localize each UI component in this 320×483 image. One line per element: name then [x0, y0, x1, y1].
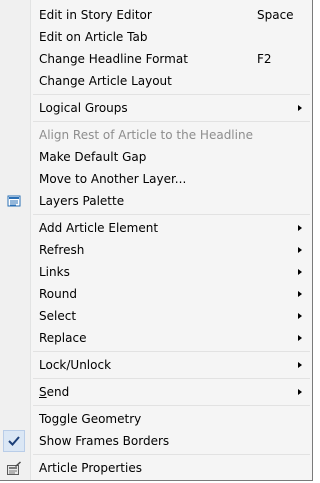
menu-item-send[interactable]: Send [0, 381, 312, 403]
menu-item-change-article-layout[interactable]: Change Article Layout [0, 70, 312, 92]
menu-item-add-article-element[interactable]: Add Article Element [0, 217, 312, 239]
menu-item-edit-on-article-tab[interactable]: Edit on Article Tab [0, 26, 312, 48]
menu-item-lock-unlock[interactable]: Lock/Unlock [0, 354, 312, 376]
menu-item-label: Add Article Element [39, 221, 159, 235]
submenu-arrow-icon [298, 247, 302, 253]
submenu-arrow-icon [298, 225, 302, 231]
menu-item-change-headline-format[interactable]: Change Headline Format F2 [0, 48, 312, 70]
submenu-arrow-icon [298, 291, 302, 297]
menu-item-label: Toggle Geometry [39, 412, 142, 426]
menu-item-make-default-gap[interactable]: Make Default Gap [0, 146, 312, 168]
menu-item-select[interactable]: Select [0, 305, 312, 327]
menu-item-label: Refresh [39, 243, 85, 257]
menu-item-label: Change Headline Format [39, 52, 188, 66]
menu-item-layers-palette[interactable]: Layers Palette [0, 190, 312, 212]
menu-item-links[interactable]: Links [0, 261, 312, 283]
menu-item-shortcut: F2 [257, 52, 272, 66]
menu-item-label: Edit in Story Editor [39, 8, 152, 22]
menu-item-label: Logical Groups [39, 101, 128, 115]
menu-item-align-rest-of-article: Align Rest of Article to the Headline [0, 124, 312, 146]
submenu-arrow-icon [298, 313, 302, 319]
checkmark-icon [6, 433, 22, 449]
menu-item-label: Move to Another Layer... [39, 172, 187, 186]
menu-item-move-to-another-layer[interactable]: Move to Another Layer... [0, 168, 312, 190]
menu-item-round[interactable]: Round [0, 283, 312, 305]
menu-item-label: Layers Palette [39, 194, 125, 208]
menu-item-label: Change Article Layout [39, 74, 172, 88]
menu-item-label: Article Properties [39, 461, 142, 475]
menu-item-label: Make Default Gap [39, 150, 147, 164]
submenu-arrow-icon [298, 269, 302, 275]
menu-item-show-frames-borders[interactable]: Show Frames Borders [0, 430, 312, 452]
menu-item-label: Replace [39, 331, 87, 345]
menu-item-label: Show Frames Borders [39, 434, 170, 448]
article-properties-icon [6, 460, 22, 476]
menu-item-label-rest: end [46, 385, 70, 399]
menu-item-refresh[interactable]: Refresh [0, 239, 312, 261]
menu-item-accelerator: S [39, 385, 47, 399]
menu-item-label: Edit on Article Tab [39, 30, 148, 44]
menu-items: Edit in Story Editor Space Edit on Artic… [0, 4, 312, 479]
menu-item-article-properties[interactable]: Article Properties [0, 457, 312, 479]
menu-item-label: Select [39, 309, 77, 323]
submenu-arrow-icon [298, 335, 302, 341]
menu-item-label: Align Rest of Article to the Headline [39, 128, 253, 142]
layers-palette-icon [6, 193, 22, 209]
submenu-arrow-icon [298, 389, 302, 395]
menu-item-label: Round [39, 287, 77, 301]
menu-item-label: Links [39, 265, 70, 279]
context-menu: Edit in Story Editor Space Edit on Artic… [0, 0, 313, 481]
submenu-arrow-icon [298, 105, 302, 111]
menu-item-edit-in-story-editor[interactable]: Edit in Story Editor Space [0, 4, 312, 26]
menu-item-shortcut: Space [257, 8, 294, 22]
submenu-arrow-icon [298, 362, 302, 368]
menu-item-label: Lock/Unlock [39, 358, 112, 372]
menu-item-toggle-geometry[interactable]: Toggle Geometry [0, 408, 312, 430]
menu-item-logical-groups[interactable]: Logical Groups [0, 97, 312, 119]
menu-item-replace[interactable]: Replace [0, 327, 312, 349]
menu-item-label: Send [39, 381, 69, 403]
